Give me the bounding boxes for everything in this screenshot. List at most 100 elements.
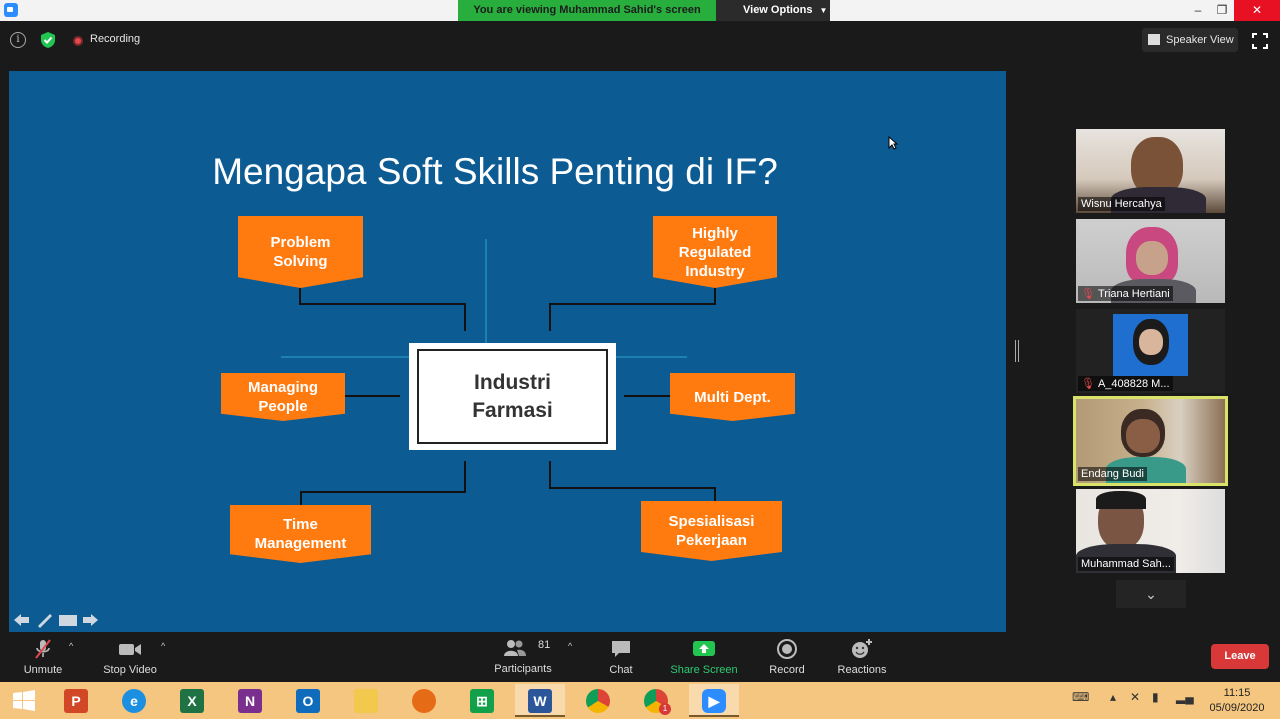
shared-screen-slide: Mengapa Soft Skills Penting di IF? Probl…: [9, 71, 1006, 632]
taskbar-chrome[interactable]: [573, 684, 623, 717]
store-icon: ⊞: [470, 689, 494, 713]
badge-multi-dept: Multi Dept.: [670, 373, 795, 421]
caret-up-icon[interactable]: ^: [69, 641, 73, 651]
badge-problem-solving: Problem Solving: [238, 216, 363, 288]
speaker-view-label: Speaker View: [1166, 34, 1234, 46]
video-tile[interactable]: Wisnu Hercahya: [1076, 129, 1225, 213]
participant-name: Endang Budi: [1078, 467, 1147, 481]
chat-button[interactable]: Chat: [581, 632, 661, 682]
badge-text: Solving: [273, 253, 328, 270]
video-tile[interactable]: Muhammad Sah...: [1076, 489, 1225, 573]
badge-text: Highly: [692, 224, 738, 242]
taskbar-excel[interactable]: X: [167, 684, 217, 717]
clock-time: 11:15: [1223, 687, 1251, 699]
badge-text: Problem: [270, 234, 331, 251]
video-tile-active-speaker[interactable]: Endang Budi: [1073, 396, 1228, 486]
record-icon: [777, 639, 797, 659]
participants-label: Participants: [494, 663, 552, 675]
participant-name: 🎙 Triana Hertiani: [1078, 286, 1173, 301]
mic-muted-icon: 🎙: [1081, 378, 1095, 390]
participants-count: 81: [538, 639, 551, 651]
caret-up-icon[interactable]: ^: [161, 641, 165, 651]
meeting-toolbar: Unmute ^ Stop Video ^ 81 Participants ^ …: [0, 632, 1280, 682]
badge-text: Multi Dept.: [694, 388, 771, 406]
stop-video-label: Stop Video: [103, 664, 157, 676]
chevron-down-icon: ▼: [819, 6, 828, 15]
unmute-button[interactable]: Unmute: [3, 632, 83, 682]
taskbar-chrome-profile[interactable]: 1: [631, 684, 681, 717]
taskbar-outlook[interactable]: O: [283, 684, 333, 717]
tray-expand-icon[interactable]: ▴: [1110, 690, 1116, 710]
taskbar-store[interactable]: ⊞: [457, 684, 507, 717]
participants-icon: [504, 640, 526, 656]
badge-time-management: Time Management: [230, 505, 371, 563]
next-slide-icon: [83, 614, 98, 626]
taskbar-internet-explorer[interactable]: e: [109, 684, 159, 717]
excel-icon: X: [180, 689, 204, 713]
center-box-industri-farmasi: Industri Farmasi: [409, 343, 616, 450]
keyboard-icon[interactable]: ⌨: [1072, 690, 1089, 710]
caret-up-icon[interactable]: ^: [568, 641, 572, 651]
gallery-scroll-down-button[interactable]: ⌄: [1116, 580, 1186, 608]
chevron-down-icon: ⌄: [1145, 586, 1157, 602]
badge-text: Managing: [248, 379, 318, 396]
clock-date: 05/09/2020: [1209, 702, 1265, 714]
chrome-icon: [586, 689, 610, 713]
chat-icon: [612, 641, 630, 657]
participants-icon-wrap: 81: [483, 639, 563, 659]
slide-navigation: [14, 614, 98, 628]
badge-text: Regulated: [678, 243, 752, 261]
network-icon[interactable]: ✕: [1130, 690, 1140, 710]
video-camera-icon: [119, 644, 141, 655]
pen-icon: [38, 614, 52, 628]
taskbar-zoom[interactable]: ▶: [689, 684, 739, 717]
internet-explorer-icon: e: [122, 689, 146, 713]
taskbar-clock[interactable]: 11:15 05/09/2020: [1200, 686, 1274, 716]
signal-icon[interactable]: ▂▄: [1176, 690, 1194, 710]
gallery-resize-handle[interactable]: [1015, 340, 1019, 362]
participant-name-text: A_408828 M...: [1097, 378, 1170, 390]
shield-icon[interactable]: [40, 31, 56, 49]
window-titlebar: You are viewing Muhammad Sahid's screen …: [0, 0, 1280, 21]
participants-button[interactable]: 81 Participants: [483, 632, 563, 682]
share-screen-button[interactable]: Share Screen: [664, 632, 744, 682]
slides-menu-icon: [59, 615, 77, 626]
leave-button[interactable]: Leave: [1211, 644, 1269, 669]
participant-name: 🎙 A_408828 M...: [1078, 376, 1173, 391]
fullscreen-icon[interactable]: [1252, 33, 1268, 49]
chat-label: Chat: [609, 664, 633, 676]
speaker-view-button[interactable]: Speaker View: [1142, 28, 1238, 52]
folder-icon: [354, 689, 378, 713]
reactions-button[interactable]: Reactions: [822, 632, 902, 682]
word-icon: W: [528, 689, 552, 713]
record-button[interactable]: Record: [747, 632, 827, 682]
zoom-icon: ▶: [702, 689, 726, 713]
battery-icon[interactable]: ▮: [1152, 690, 1159, 710]
close-button[interactable]: ✕: [1234, 0, 1280, 21]
video-tile[interactable]: 🎙 Triana Hertiani: [1076, 219, 1225, 303]
badge-text: Industry: [685, 262, 745, 280]
taskbar-onenote[interactable]: N: [225, 684, 275, 717]
center-text: Farmasi: [472, 398, 553, 422]
taskbar-word[interactable]: W: [515, 684, 565, 717]
zoom-logo-icon: [4, 3, 18, 17]
mic-muted-icon: [35, 639, 51, 659]
info-icon[interactable]: i: [10, 32, 26, 48]
share-screen-icon: [693, 641, 715, 656]
recording-dot-icon: [73, 36, 83, 46]
video-tile[interactable]: 🎙 A_408828 M...: [1076, 309, 1225, 393]
taskbar-firefox[interactable]: [399, 684, 449, 717]
taskbar-file-explorer[interactable]: [341, 684, 391, 717]
view-options-label: View Options: [743, 4, 813, 16]
windows-start-icon[interactable]: [12, 690, 36, 712]
meeting-topbar: i Recording Speaker View: [0, 21, 1280, 61]
mouse-cursor-icon: [888, 136, 898, 150]
taskbar-powerpoint[interactable]: P: [51, 684, 101, 717]
restore-button[interactable]: ❐: [1208, 0, 1236, 21]
grid-view-icon: [1148, 34, 1160, 45]
stop-video-button[interactable]: Stop Video: [90, 632, 170, 682]
view-options-button[interactable]: View Options ▼: [716, 0, 830, 21]
center-text: Industri: [473, 370, 551, 394]
unmute-label: Unmute: [23, 664, 63, 676]
badge-text: Pekerjaan: [676, 532, 747, 549]
